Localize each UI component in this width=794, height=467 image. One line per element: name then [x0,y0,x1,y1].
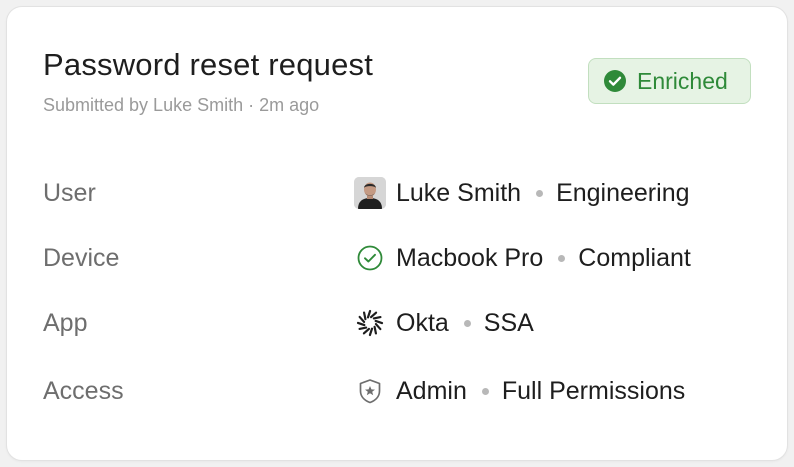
check-circle-outline-icon [354,242,386,274]
detail-row-app: App Okta SSA [7,305,787,345]
user-department: Engineering [556,178,690,207]
detail-row-user: User Luke Smith Engineering [7,175,787,215]
row-label-app: App [43,309,88,337]
separator-dot [481,387,489,395]
separator-dot [558,254,566,262]
separator-dot [536,189,544,197]
device-status: Compliant [578,243,691,272]
detail-row-access: Access Admin Full Permissions [7,373,787,413]
row-value-access: Admin Full Permissions [354,373,685,409]
detail-rows: User Luke Smith Engineering Device Macbo… [7,7,787,460]
row-label-user: User [43,179,96,207]
device-name: Macbook Pro [396,243,544,272]
row-value-user: Luke Smith Engineering [354,175,690,211]
separator-dot [463,319,471,327]
row-value-app: Okta SSA [354,305,534,341]
access-scope: Full Permissions [501,376,686,405]
shield-star-icon [354,375,386,407]
row-label-device: Device [43,244,120,272]
detail-row-device: Device Macbook Pro Compliant [7,240,787,280]
app-type: SSA [483,308,534,337]
request-card: Password reset request Submitted by Luke… [6,6,788,461]
row-label-access: Access [43,377,124,405]
avatar [354,177,386,209]
app-name: Okta [396,308,449,337]
row-value-device: Macbook Pro Compliant [354,240,691,276]
user-name: Luke Smith [396,178,522,207]
access-level: Admin [396,376,467,405]
okta-logo-icon [354,307,386,339]
